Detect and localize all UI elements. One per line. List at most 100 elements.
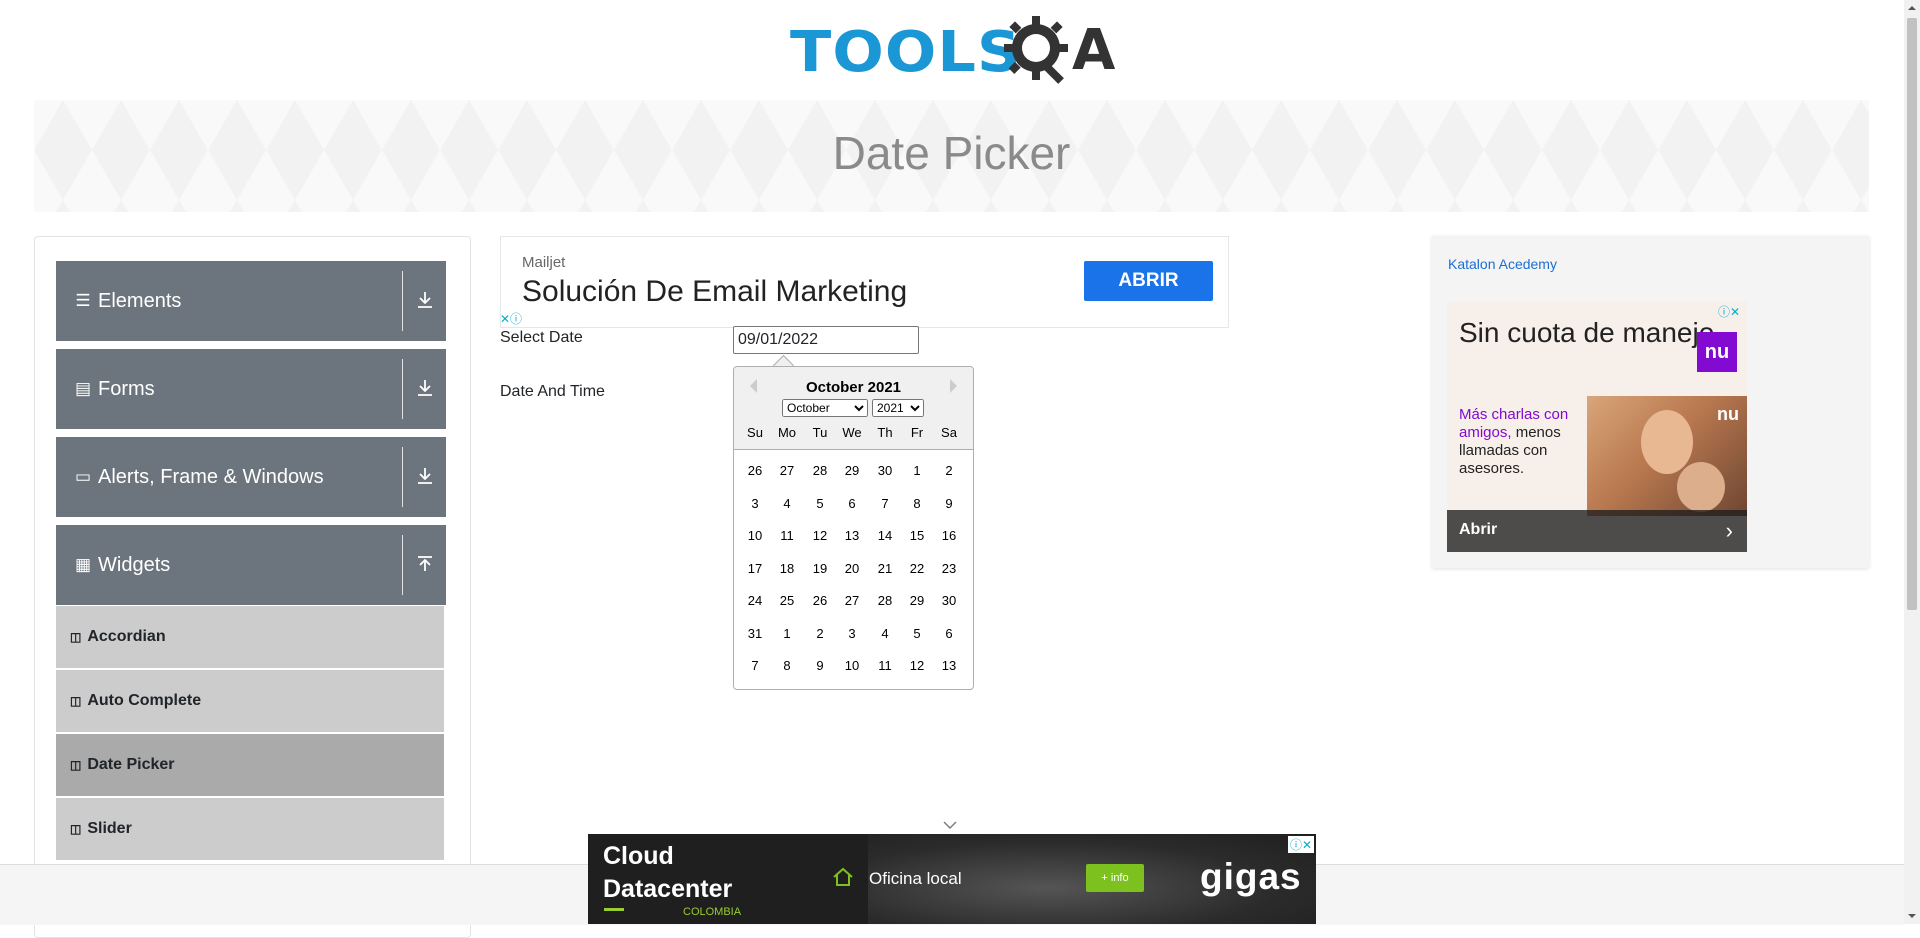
sidebar-group-forms[interactable]: ▤ Forms xyxy=(56,349,446,429)
sidebar-item-accordian[interactable]: ◫ Accordian xyxy=(56,606,444,669)
calendar-day[interactable]: 5 xyxy=(901,626,933,641)
window-icon: ▭ xyxy=(74,467,92,486)
calendar-day[interactable]: 7 xyxy=(739,658,771,673)
calendar-day[interactable]: 23 xyxy=(933,561,965,576)
calendar-day[interactable]: 4 xyxy=(771,496,803,511)
calendar-day[interactable]: 26 xyxy=(739,463,771,478)
calendar-day[interactable]: 10 xyxy=(739,528,771,543)
calendar-day[interactable]: 3 xyxy=(739,496,771,511)
calendar-day[interactable]: 11 xyxy=(869,658,901,673)
scrollbar-thumb[interactable] xyxy=(1907,18,1917,610)
nu-cta-bar[interactable]: Abrir › xyxy=(1447,510,1747,552)
divider xyxy=(402,535,403,595)
html5-icon: ◫ xyxy=(70,822,82,836)
calendar-day[interactable]: 22 xyxy=(901,561,933,576)
calendar-day[interactable]: 9 xyxy=(804,658,836,673)
calendar-day[interactable]: 24 xyxy=(739,593,771,608)
calendar-day[interactable]: 21 xyxy=(869,561,901,576)
ad-info-button[interactable]: + info xyxy=(1086,864,1144,892)
scroll-down-icon[interactable] xyxy=(1904,908,1920,924)
toolsqa-logo[interactable]: TOOLS A xyxy=(790,14,1120,90)
calendar-day[interactable]: 15 xyxy=(901,528,933,543)
calendar-day[interactable]: 26 xyxy=(804,593,836,608)
select-date-input[interactable] xyxy=(733,326,919,354)
calendar-day[interactable]: 4 xyxy=(869,626,901,641)
calendar-day[interactable]: 12 xyxy=(804,528,836,543)
accent-line xyxy=(604,908,624,911)
sidebar-group-elements[interactable]: ☰ Elements xyxy=(56,261,446,341)
calendar-day[interactable]: 29 xyxy=(901,593,933,608)
sidebar-group-widgets[interactable]: ▦ Widgets xyxy=(56,525,446,605)
ad-choices-icon[interactable]: ⓘ✕ xyxy=(1718,303,1740,320)
sidebar-item-date-picker[interactable]: ◫ Date Picker xyxy=(56,734,444,797)
calendar-header: October 2021 October 2021 Su Mo Tu We Th Fr Sa xyxy=(734,367,973,450)
calendar-day[interactable]: 13 xyxy=(836,528,868,543)
calendar-day[interactable]: 7 xyxy=(869,496,901,511)
ad-cta-button[interactable]: ABRIR xyxy=(1084,261,1213,301)
html5-icon: ◫ xyxy=(70,694,82,708)
calendar-day[interactable]: 11 xyxy=(771,528,803,543)
calendar-day[interactable]: 31 xyxy=(739,626,771,641)
calendar-day[interactable]: 13 xyxy=(933,658,965,673)
ad-choices-icon[interactable]: ⓘ✕ xyxy=(1287,836,1314,853)
calendar-day[interactable]: 27 xyxy=(836,593,868,608)
calendar-day[interactable]: 27 xyxy=(771,463,803,478)
sidebar-group-alerts[interactable]: ▭ Alerts, Frame & Windows xyxy=(56,437,446,517)
ad-banner-top[interactable]: Mailjet Solución De Email Marketing ABRI… xyxy=(500,236,1229,328)
ad-banner-bottom[interactable]: Cloud Datacenter COLOMBIA Oficina local … xyxy=(588,834,1316,924)
weekday-header: Tu xyxy=(812,425,828,440)
calendar-day[interactable]: 16 xyxy=(933,528,965,543)
ad-bottom-office: Oficina local xyxy=(869,869,962,888)
calendar-day[interactable]: 28 xyxy=(869,593,901,608)
calendar-day[interactable]: 8 xyxy=(771,658,803,673)
nu-ad-headline: Sin cuota de manejo xyxy=(1459,317,1715,348)
ad-headline: Solución De Email Marketing xyxy=(522,275,908,308)
nu-ad-card[interactable]: Sin cuota de manejo nu nu Más charlas co… xyxy=(1447,302,1747,552)
calendar-day[interactable]: 30 xyxy=(869,463,901,478)
calendar-day[interactable]: 9 xyxy=(933,496,965,511)
select-date-label: Select Date xyxy=(500,329,583,346)
calendar-day[interactable]: 3 xyxy=(836,626,868,641)
download-arrow-icon xyxy=(418,468,432,484)
nu-logo: nu xyxy=(1697,332,1737,372)
chevron-down-icon[interactable] xyxy=(942,818,958,832)
page-scrollbar[interactable] xyxy=(1904,0,1920,924)
calendar-day[interactable]: 14 xyxy=(869,528,901,543)
calendar-day[interactable]: 1 xyxy=(901,463,933,478)
broken-image-link[interactable]: Katalon Acedemy xyxy=(1448,256,1557,272)
calendar-day[interactable]: 8 xyxy=(901,496,933,511)
calendar-day[interactable]: 25 xyxy=(771,593,803,608)
download-arrow-icon xyxy=(418,380,432,396)
calendar-day[interactable]: 17 xyxy=(739,561,771,576)
calendar-day[interactable]: 2 xyxy=(933,463,965,478)
year-select[interactable]: 2021 xyxy=(872,399,924,417)
calendar-day[interactable]: 12 xyxy=(901,658,933,673)
calendar-day[interactable]: 18 xyxy=(771,561,803,576)
calendar-day[interactable]: 6 xyxy=(836,496,868,511)
scroll-up-icon[interactable] xyxy=(1904,0,1920,16)
calendar-month-title: October 2021 xyxy=(805,379,902,396)
calendar-day[interactable]: 1 xyxy=(771,626,803,641)
sidebar-item-slider[interactable]: ◫ Slider xyxy=(56,798,444,861)
date-and-time-label: Date And Time xyxy=(500,383,605,400)
month-select[interactable]: October xyxy=(782,399,868,417)
ad-bottom-brand: gigas xyxy=(1200,856,1302,897)
calendar-day[interactable]: 6 xyxy=(933,626,965,641)
calendar-day[interactable]: 20 xyxy=(836,561,868,576)
ad-photo: nu xyxy=(1587,396,1747,516)
weekday-header: Sa xyxy=(941,425,957,440)
calendar-day[interactable]: 19 xyxy=(804,561,836,576)
ad-choices-icon[interactable]: ✕ⓘ xyxy=(500,310,522,327)
next-month-icon[interactable] xyxy=(950,379,957,393)
menu-icon: ☰ xyxy=(75,291,91,310)
house-icon xyxy=(833,867,853,886)
calendar-day[interactable]: 28 xyxy=(804,463,836,478)
sidebar-item-auto-complete[interactable]: ◫ Auto Complete xyxy=(56,670,444,733)
nu-ad-body: Más charlas con amigos, menos llamadas c… xyxy=(1459,406,1589,478)
calendar-day[interactable]: 10 xyxy=(836,658,868,673)
calendar-day[interactable]: 30 xyxy=(933,593,965,608)
calendar-day[interactable]: 2 xyxy=(804,626,836,641)
calendar-day[interactable]: 5 xyxy=(804,496,836,511)
sidebar-group-label: Forms xyxy=(98,377,155,400)
calendar-day[interactable]: 29 xyxy=(836,463,868,478)
